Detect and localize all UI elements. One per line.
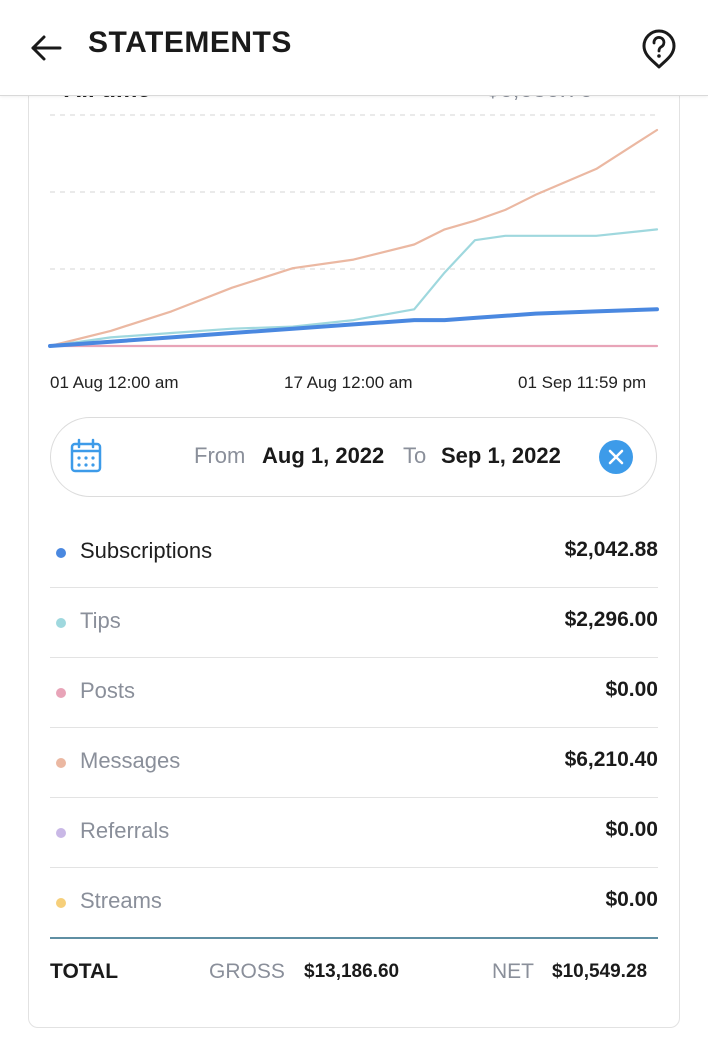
clear-dates-button[interactable] — [599, 440, 633, 474]
date-range-filter[interactable]: From Aug 1, 2022 To Sep 1, 2022 — [50, 417, 657, 497]
from-date[interactable]: Aug 1, 2022 — [262, 443, 384, 469]
category-label: Subscriptions — [80, 538, 213, 563]
category-row-messages[interactable]: Messages $6,210.40 — [50, 728, 658, 798]
legend-dot — [56, 688, 66, 698]
category-value: $2,296.00 — [564, 608, 658, 631]
gross-value: $13,186.60 — [304, 961, 400, 982]
legend-dot — [56, 898, 66, 908]
page-title: STATEMENTS — [88, 26, 292, 59]
total-divider — [50, 937, 658, 939]
category-row-posts[interactable]: Posts $0.00 — [50, 658, 658, 728]
legend-dot — [56, 618, 66, 628]
gross-label: GROSS — [209, 960, 285, 983]
category-label: Tips — [80, 608, 121, 633]
net-label: NET — [492, 960, 534, 983]
category-value: $0.00 — [605, 818, 658, 841]
legend-dot — [56, 758, 66, 768]
net-value: $10,549.28 — [552, 961, 648, 982]
x-tick-label: 01 Aug 12:00 am — [50, 373, 179, 392]
x-tick-label: 01 Sep 11:59 pm — [518, 373, 647, 392]
to-label: To — [403, 443, 427, 468]
category-value: $0.00 — [605, 888, 658, 911]
legend-dot — [56, 828, 66, 838]
help-pin-icon — [642, 29, 676, 69]
category-row-tips[interactable]: Tips $2,296.00 — [50, 588, 658, 658]
help-button[interactable] — [636, 27, 682, 73]
category-label: Posts — [80, 678, 136, 703]
arrow-left-icon — [31, 35, 62, 61]
category-row-subscriptions[interactable]: Subscriptions $2,042.88 — [50, 518, 658, 588]
legend-dot — [56, 548, 66, 558]
close-icon — [608, 449, 624, 465]
calendar-icon[interactable] — [69, 438, 103, 479]
category-label: Referrals — [80, 818, 170, 843]
category-row-referrals[interactable]: Referrals $0.00 — [50, 798, 658, 868]
to-date[interactable]: Sep 1, 2022 — [441, 443, 561, 469]
from-label: From — [194, 443, 246, 468]
category-value: $2,042.88 — [564, 538, 658, 561]
x-tick-label: 17 Aug 12:00 am — [284, 373, 413, 392]
series-line-tips — [48, 228, 659, 348]
category-row-streams[interactable]: Streams $0.00 — [50, 868, 658, 938]
category-label: Streams — [80, 888, 162, 913]
total-label: TOTAL — [50, 960, 119, 983]
app-header: STATEMENTS — [0, 0, 708, 96]
category-value: $0.00 — [605, 678, 658, 701]
series-line-subscriptions — [48, 307, 659, 348]
category-value: $6,210.40 — [564, 748, 658, 771]
back-button[interactable] — [24, 28, 68, 68]
category-label: Messages — [80, 748, 181, 773]
